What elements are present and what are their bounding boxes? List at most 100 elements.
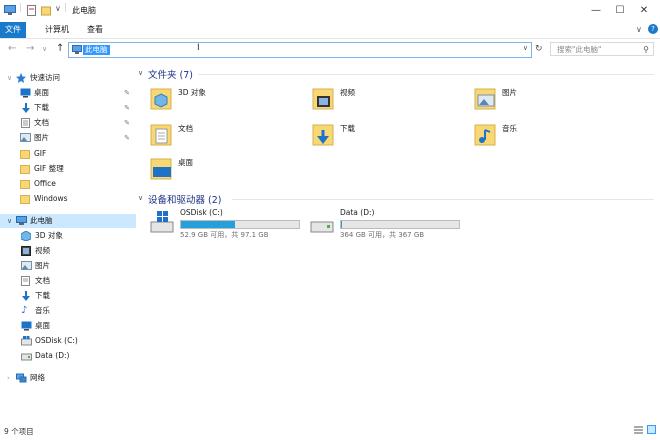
refresh-icon[interactable]: ↻ xyxy=(535,44,543,54)
text-cursor-icon: I xyxy=(197,43,200,53)
back-arrow-icon[interactable]: ← xyxy=(8,43,16,54)
nav-item-downloads[interactable]: 下载 xyxy=(0,289,136,303)
nav-item-videos[interactable]: 视频 xyxy=(0,244,136,258)
close-button[interactable]: ✕ xyxy=(632,2,656,20)
drive-name: OSDisk (C:) xyxy=(180,208,223,217)
maximize-button[interactable]: ☐ xyxy=(608,2,632,20)
tiles-view-icon[interactable] xyxy=(647,425,656,434)
music-folder-icon xyxy=(474,121,498,147)
nav-item-pictures[interactable]: 图片 xyxy=(0,259,136,273)
drive-icon xyxy=(310,210,336,236)
collapse-group-icon[interactable]: ∨ xyxy=(138,69,143,77)
nav-item-desktop[interactable]: 桌面 xyxy=(0,319,136,333)
expand-icon[interactable]: › xyxy=(7,371,10,385)
folder-icon xyxy=(20,149,30,159)
content-pane: ∨ 文件夹 (7) 3D 对象 视频 图片 文档 下载 音乐 桌面 ∨ 设备和驱… xyxy=(136,63,660,423)
tab-computer[interactable]: 计算机 xyxy=(42,22,72,38)
nav-item-documents[interactable]: 文档 xyxy=(0,274,136,288)
address-bar[interactable]: 此电脑 I ∨ xyxy=(68,42,532,58)
download-folder-icon xyxy=(312,121,336,147)
drive-tile-data[interactable]: Data (D:) 364 GB 可用，共 367 GB xyxy=(310,208,470,239)
folder-tile-documents[interactable]: 文档 xyxy=(150,121,270,151)
title-bar: | ∨ | 此电脑 — ☐ ✕ xyxy=(0,0,660,22)
expand-icon[interactable]: ∨ xyxy=(7,71,12,85)
nav-folder[interactable]: GIF xyxy=(0,147,136,161)
network-icon xyxy=(16,373,27,383)
nav-item-documents[interactable]: 文档 ✎ xyxy=(0,116,136,130)
folder-tile-music[interactable]: 音乐 xyxy=(474,121,594,151)
nav-quick-access[interactable]: ∨ 快速访问 xyxy=(0,71,136,85)
nav-item-downloads[interactable]: 下载 ✎ xyxy=(0,101,136,115)
folder-tile-videos[interactable]: 视频 xyxy=(312,85,432,115)
nav-item-osdisk[interactable]: OSDisk (C:) xyxy=(0,334,136,348)
search-input[interactable]: 搜索"此电脑" ⚲ xyxy=(550,42,654,56)
desktop-folder-icon xyxy=(150,155,174,181)
star-icon xyxy=(16,73,26,83)
status-count: 9 个项目 xyxy=(4,427,34,436)
3d-objects-folder-icon xyxy=(150,85,174,111)
drive-size: 364 GB 可用，共 367 GB xyxy=(340,231,425,239)
drive-name: Data (D:) xyxy=(340,208,375,217)
picture-icon xyxy=(21,261,32,271)
pin-icon[interactable]: ✎ xyxy=(124,86,130,100)
drive-usage-bar xyxy=(180,220,300,229)
music-icon: ♪ xyxy=(21,305,28,316)
search-placeholder: 搜索"此电脑" xyxy=(557,45,602,54)
address-path[interactable]: 此电脑 xyxy=(83,45,110,55)
nav-item-desktop[interactable]: 桌面 ✎ xyxy=(0,86,136,100)
pin-icon[interactable]: ✎ xyxy=(124,131,130,145)
pin-icon[interactable]: ✎ xyxy=(124,101,130,115)
folder-icon xyxy=(20,164,30,174)
drive-size: 52.9 GB 可用，共 97.1 GB xyxy=(180,231,269,239)
forward-arrow-icon[interactable]: → xyxy=(26,43,34,54)
drives-heading[interactable]: 设备和驱动器 (2) xyxy=(148,192,221,206)
ribbon-tabs: 文件 计算机 查看 ∨ ? xyxy=(0,22,660,39)
drive-tile-osdisk[interactable]: OSDisk (C:) 52.9 GB 可用，共 97.1 GB xyxy=(150,208,310,239)
nav-item-data-drive[interactable]: Data (D:) xyxy=(0,349,136,363)
document-icon xyxy=(21,118,31,128)
folders-heading[interactable]: 文件夹 (7) xyxy=(148,67,193,81)
video-icon xyxy=(21,246,31,256)
help-icon[interactable]: ? xyxy=(648,24,658,34)
folder-icon xyxy=(20,194,30,204)
section-divider xyxy=(198,74,654,75)
new-folder-icon[interactable] xyxy=(41,5,51,16)
folder-tile-downloads[interactable]: 下载 xyxy=(312,121,432,151)
folder-tile-3d-objects[interactable]: 3D 对象 xyxy=(150,85,270,115)
nav-item-pictures[interactable]: 图片 ✎ xyxy=(0,131,136,145)
document-folder-icon xyxy=(150,121,174,147)
windows-drive-icon xyxy=(150,210,176,236)
collapse-group-icon[interactable]: ∨ xyxy=(138,194,143,202)
folder-tile-desktop[interactable]: 桌面 xyxy=(150,155,270,185)
computer-icon xyxy=(4,5,16,16)
desktop-icon xyxy=(20,88,31,98)
section-divider xyxy=(232,199,654,200)
minimize-button[interactable]: — xyxy=(584,2,608,20)
3d-objects-icon xyxy=(21,231,31,241)
recent-locations-icon[interactable]: ∨ xyxy=(42,45,47,53)
nav-folder[interactable]: Windows xyxy=(0,192,136,206)
nav-item-music[interactable]: ♪ 音乐 xyxy=(0,304,136,318)
properties-icon[interactable] xyxy=(27,5,37,16)
folder-tile-pictures[interactable]: 图片 xyxy=(474,85,594,115)
nav-folder[interactable]: Office xyxy=(0,177,136,191)
address-dropdown-icon[interactable]: ∨ xyxy=(523,44,528,52)
search-icon[interactable]: ⚲ xyxy=(643,43,649,57)
up-arrow-icon[interactable]: ↑ xyxy=(56,43,64,54)
tab-file[interactable]: 文件 xyxy=(0,22,26,38)
nav-this-pc[interactable]: ∨ 此电脑 xyxy=(0,214,136,228)
nav-item-3d-objects[interactable]: › 3D 对象 xyxy=(0,229,136,243)
details-view-icon[interactable] xyxy=(634,425,643,434)
download-icon xyxy=(21,291,31,301)
nav-network[interactable]: › 网络 xyxy=(0,371,136,385)
tab-view[interactable]: 查看 xyxy=(82,22,108,38)
chevron-down-icon[interactable]: ∨ xyxy=(55,4,61,13)
pin-icon[interactable]: ✎ xyxy=(124,116,130,130)
nav-folder[interactable]: GIF 整理 xyxy=(0,162,136,176)
computer-icon xyxy=(72,45,82,55)
expand-ribbon-icon[interactable]: ∨ xyxy=(636,25,642,34)
desktop-icon xyxy=(21,321,32,331)
window-title: 此电脑 xyxy=(72,6,96,15)
windows-drive-icon xyxy=(21,336,32,346)
expand-icon[interactable]: ∨ xyxy=(7,214,12,228)
